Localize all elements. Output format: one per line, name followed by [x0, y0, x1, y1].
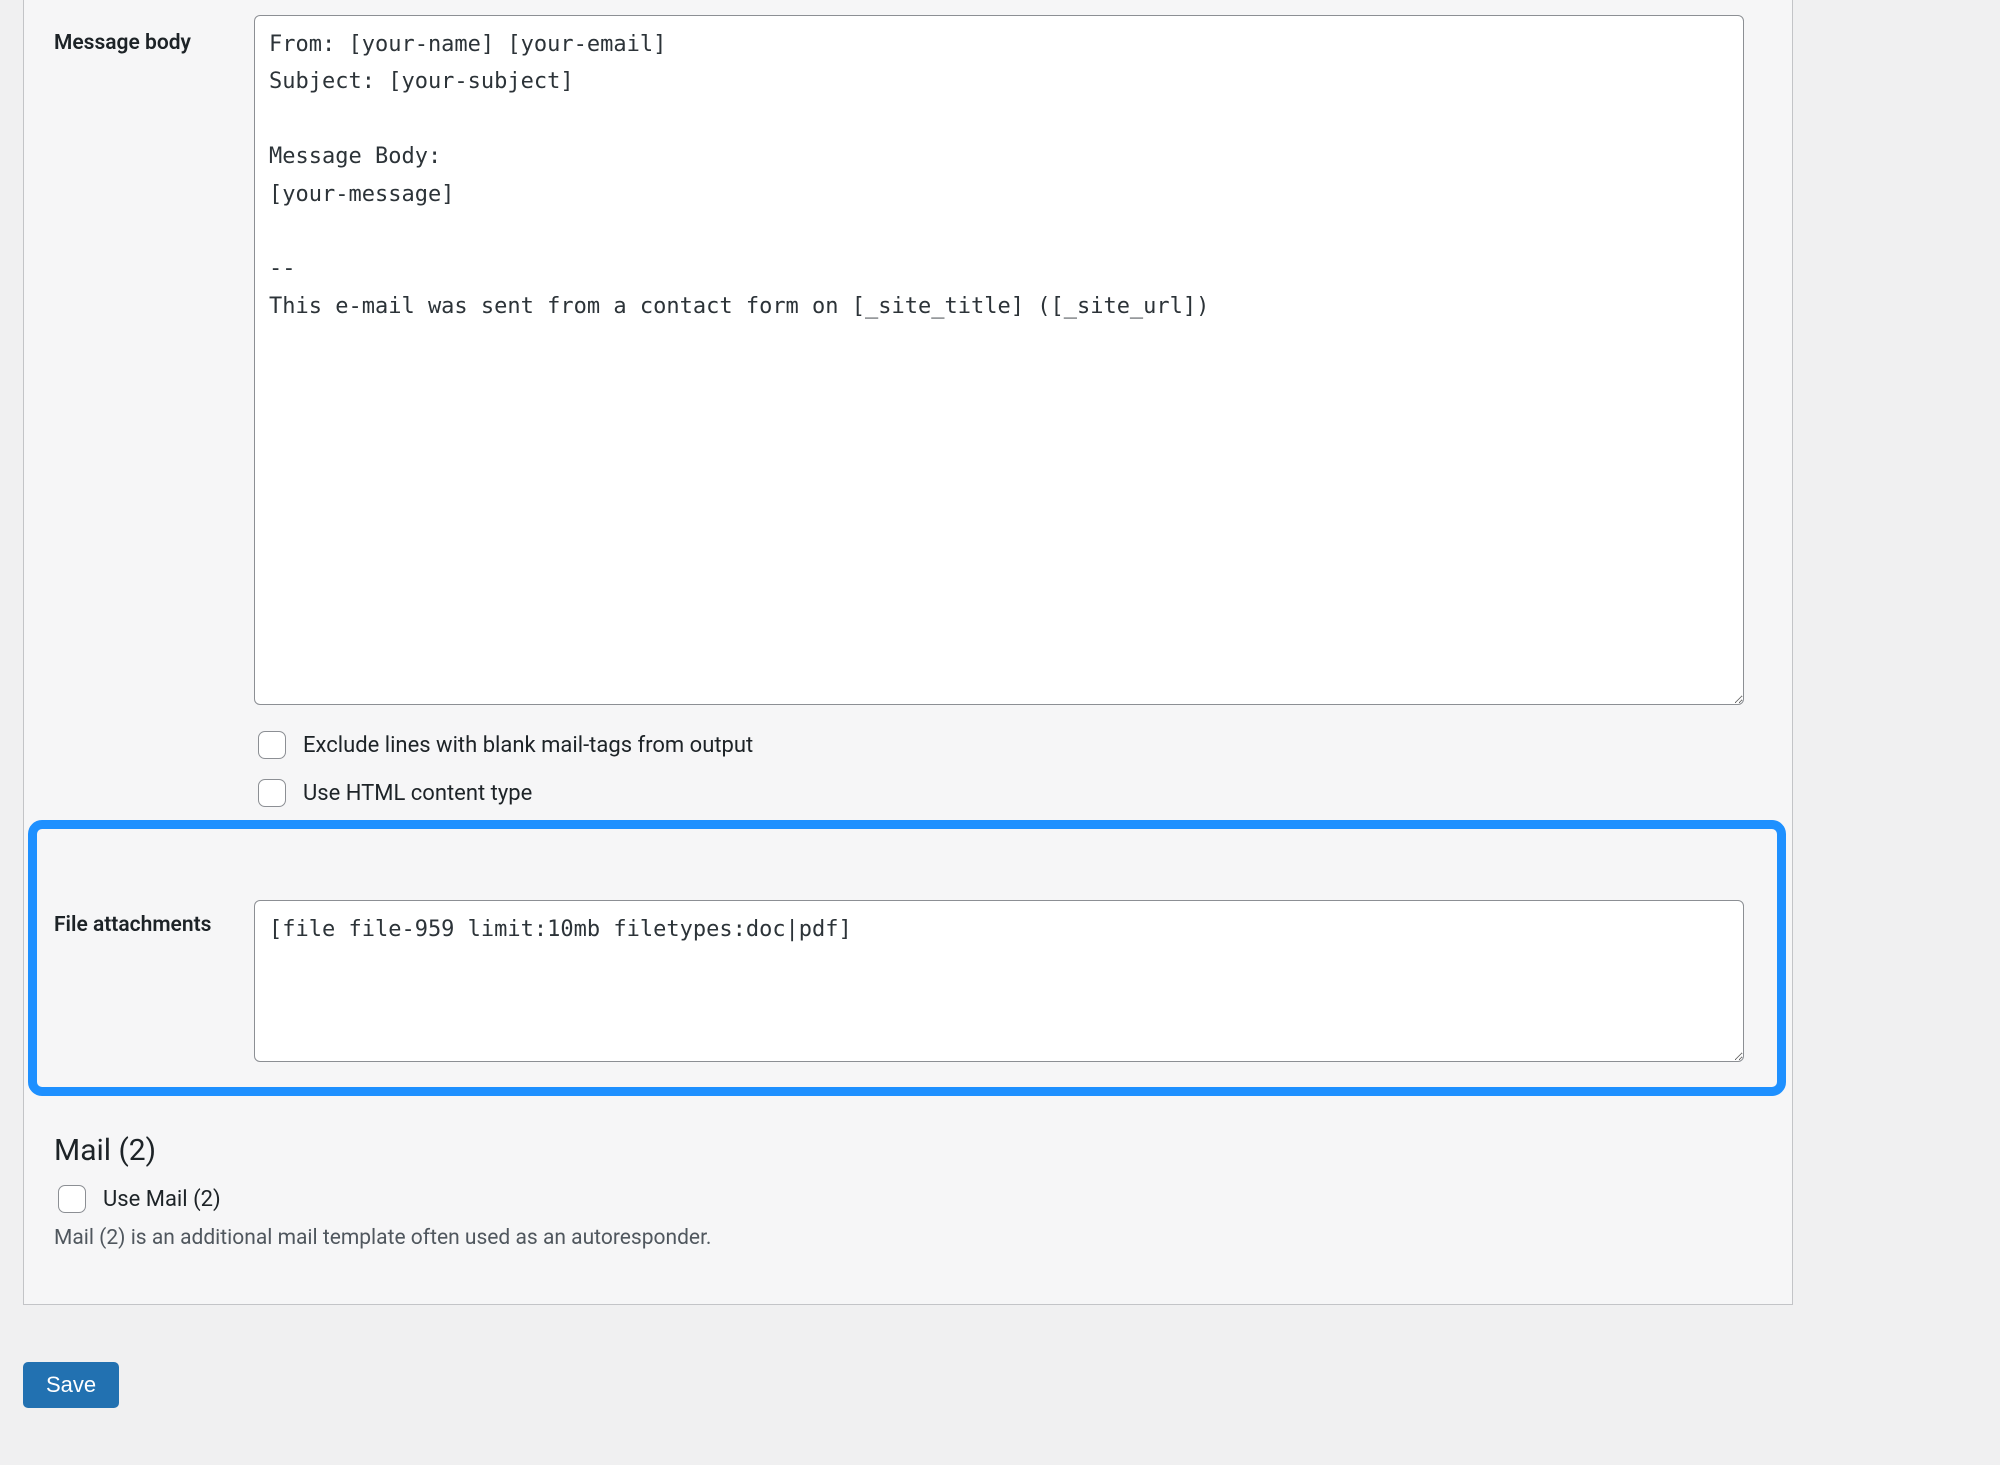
mail2-heading: Mail (2)	[54, 1133, 1762, 1168]
message-body-textarea[interactable]	[254, 15, 1744, 705]
save-button[interactable]: Save	[23, 1362, 119, 1408]
exclude-blank-row: Exclude lines with blank mail-tags from …	[254, 728, 1744, 762]
mail-panel: Message body Exclude lines with blank ma…	[23, 0, 1793, 1305]
file-attachments-label: File attachments	[24, 870, 254, 949]
message-body-label: Message body	[24, 0, 254, 67]
viewport: Message body Exclude lines with blank ma…	[0, 0, 2000, 1465]
mail2-section: Mail (2) Use Mail (2) Mail (2) is an add…	[24, 1107, 1792, 1260]
exclude-blank-checkbox[interactable]	[258, 731, 286, 759]
file-attachments-row: File attachments	[24, 870, 1792, 1077]
use-html-row: Use HTML content type	[254, 776, 1744, 810]
exclude-blank-label: Exclude lines with blank mail-tags from …	[303, 733, 753, 758]
use-mail2-row: Use Mail (2)	[54, 1182, 1762, 1216]
use-mail2-label: Use Mail (2)	[103, 1187, 221, 1212]
message-body-row: Message body Exclude lines with blank ma…	[24, 0, 1792, 820]
spacer	[24, 820, 1792, 870]
use-html-checkbox[interactable]	[258, 779, 286, 807]
file-attachments-textarea[interactable]	[254, 900, 1744, 1062]
file-attachments-field-col	[254, 870, 1792, 1077]
mail2-description: Mail (2) is an additional mail template …	[54, 1226, 1762, 1250]
message-body-field-col: Exclude lines with blank mail-tags from …	[254, 0, 1792, 820]
use-html-label: Use HTML content type	[303, 781, 532, 806]
use-mail2-checkbox[interactable]	[58, 1185, 86, 1213]
